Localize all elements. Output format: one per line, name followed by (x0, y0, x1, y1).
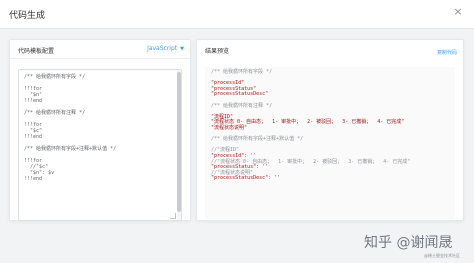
template-config-header: 代码模板配置 JavaScript ▼ (10, 40, 190, 59)
code-generator-dialog: 代码生成 × 代码模板配置 JavaScript ▼ /** 给我循环所有字段 *… (0, 0, 474, 263)
template-code: /** 给我循环所有字段 */ !!!for "$n" !!!end /** 给我… (24, 74, 173, 182)
result-preview-title: 结果预览 (205, 48, 230, 55)
chevron-down-icon: ▼ (180, 46, 184, 52)
template-code-line: !!!end (24, 176, 43, 182)
result-preview-panel: 结果预览 复制代码 /** 给我循环所有字段 */ "processId" "pr… (196, 39, 464, 221)
dialog-title: 代码生成 (9, 11, 46, 21)
result-code-box: /** 给我循环所有字段 */ "processId" "processStatu… (205, 67, 455, 219)
editor-scrollbar[interactable] (177, 70, 181, 220)
close-icon[interactable]: × (452, 6, 464, 18)
template-config-panel: 代码模板配置 JavaScript ▼ /** 给我循环所有字段 */ !!!fo… (9, 39, 191, 221)
result-code-line: "processStatusDesc": '' (211, 175, 281, 182)
dialog-header: 代码生成 × (0, 0, 474, 29)
result-preview-header: 结果预览 复制代码 (197, 40, 463, 58)
watermark-logo: 知乎 @谢闻晟 (364, 235, 453, 251)
language-select-value: JavaScript (147, 45, 178, 52)
copy-code-button[interactable]: 复制代码 (437, 49, 457, 56)
template-config-title: 代码模板配置 (18, 48, 55, 55)
resize-handle-icon[interactable] (170, 213, 176, 219)
template-editor-textarea[interactable]: /** 给我循环所有字段 */ !!!for "$n" !!!end /** 给我… (18, 69, 182, 221)
result-code: /** 给我循环所有字段 */ "processId" "processStatu… (211, 69, 451, 182)
language-select[interactable]: JavaScript ▼ (147, 45, 184, 52)
editor-scroll-thumb[interactable] (177, 72, 181, 212)
watermark-subtext: @稀土掘金技术社区 (424, 253, 460, 258)
